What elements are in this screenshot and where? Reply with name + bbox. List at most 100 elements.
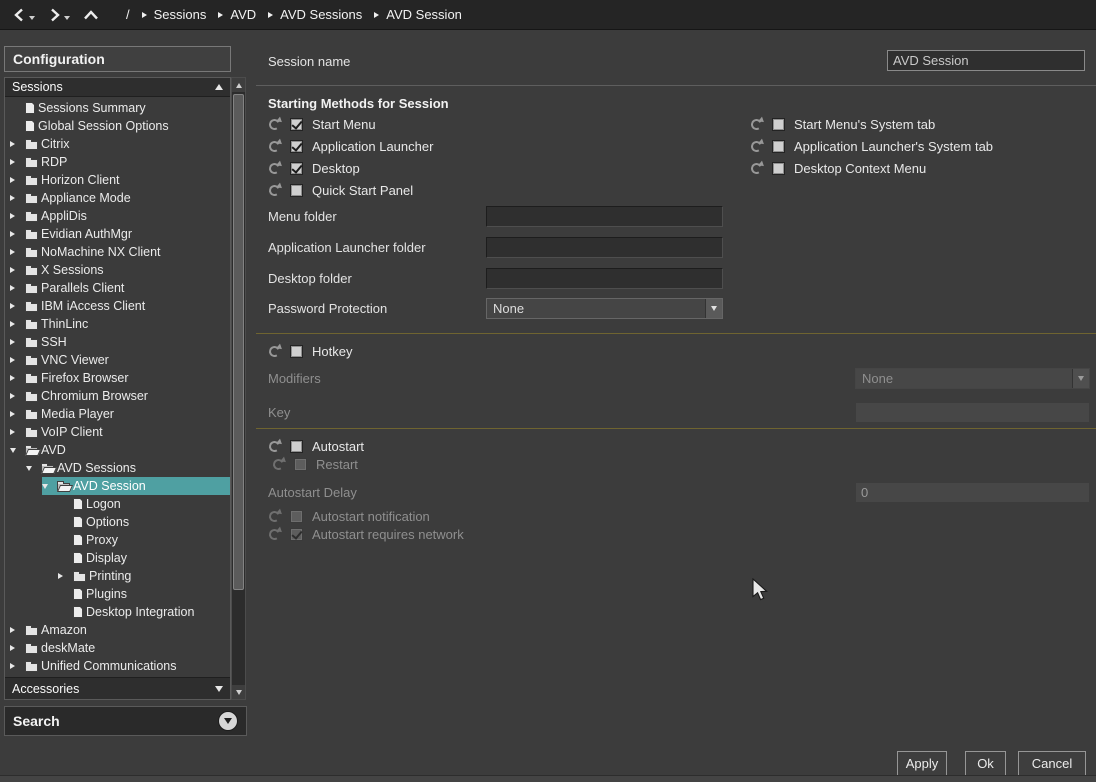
reset-icon[interactable] [268,118,281,131]
expander-icon[interactable] [10,213,15,219]
start-menu-checkbox[interactable] [290,118,303,131]
apply-button[interactable]: Apply [897,751,947,776]
tree-item-avd-sessions[interactable]: AVD Sessions [5,459,230,477]
tree-item-chromium-browser[interactable]: Chromium Browser [5,387,230,405]
tree-item-desktop-integration[interactable]: Desktop Integration [5,603,230,621]
tree-item-media-player[interactable]: Media Player [5,405,230,423]
reset-icon[interactable] [268,510,281,523]
tree-item-proxy[interactable]: Proxy [5,531,230,549]
search-section-header[interactable]: Search [4,706,247,736]
tree-item-x-sessions[interactable]: X Sessions [5,261,230,279]
forward-history-dropdown-icon[interactable] [64,16,70,20]
autostart-checkbox[interactable] [290,440,303,453]
breadcrumb-item-avd-sessions[interactable]: AVD Sessions [268,7,362,22]
search-expand-button[interactable] [218,711,238,731]
up-button[interactable] [82,8,100,22]
tree-item-firefox-browser[interactable]: Firefox Browser [5,369,230,387]
expander-icon[interactable] [10,375,15,381]
start-menu-system-tab-checkbox[interactable] [772,118,785,131]
tree-item-display[interactable]: Display [5,549,230,567]
expander-icon[interactable] [58,573,63,579]
expander-icon[interactable] [10,393,15,399]
expander-icon[interactable] [10,195,15,201]
sessions-section-header[interactable]: Sessions [5,78,230,97]
desktop-context-menu-checkbox[interactable] [772,162,785,175]
expander-icon[interactable] [42,484,48,489]
sidebar-scrollbar[interactable] [231,77,246,700]
session-name-input[interactable] [887,50,1085,71]
ok-button[interactable]: Ok [965,751,1006,776]
tree-item-voip-client[interactable]: VoIP Client [5,423,230,441]
tree-item-plugins[interactable]: Plugins [5,585,230,603]
quick-start-panel-checkbox[interactable] [290,184,303,197]
accessories-section-header[interactable]: Accessories [5,677,230,699]
expander-icon[interactable] [10,429,15,435]
tree-item-avd[interactable]: AVD [5,441,230,459]
expander-icon[interactable] [10,249,15,255]
tree-item-logon[interactable]: Logon [5,495,230,513]
expander-icon[interactable] [10,448,16,453]
tree-item-unified-communications[interactable]: Unified Communications [5,657,230,675]
scrollbar-thumb[interactable] [233,94,244,590]
expander-icon[interactable] [10,627,15,633]
application-launcher-folder-input[interactable] [486,237,723,258]
expander-icon[interactable] [10,357,15,363]
scroll-up-button[interactable] [232,78,245,92]
tree-item-horizon-client[interactable]: Horizon Client [5,171,230,189]
forward-button[interactable] [47,7,70,23]
tree-item-sessions-summary[interactable]: Sessions Summary [5,99,230,117]
expander-icon[interactable] [10,267,15,273]
reset-icon[interactable] [268,162,281,175]
expander-icon[interactable] [10,231,15,237]
expander-icon[interactable] [10,411,15,417]
desktop-checkbox[interactable] [290,162,303,175]
tree-item-parallels-client[interactable]: Parallels Client [5,279,230,297]
reset-icon[interactable] [750,140,763,153]
tree-item-avd-session[interactable]: AVD Session [5,477,230,495]
tree-item-printing[interactable]: Printing [5,567,230,585]
hotkey-checkbox[interactable] [290,345,303,358]
tree-item-vnc-viewer[interactable]: VNC Viewer [5,351,230,369]
application-launcher-system-tab-checkbox[interactable] [772,140,785,153]
reset-icon[interactable] [750,118,763,131]
back-history-dropdown-icon[interactable] [29,16,35,20]
expander-icon[interactable] [10,663,15,669]
password-protection-dropdown[interactable]: None [486,298,723,319]
reset-icon[interactable] [272,458,285,471]
back-button[interactable] [12,7,35,23]
tree-item-nomachine-nx-client[interactable]: NoMachine NX Client [5,243,230,261]
breadcrumb-item-sessions[interactable]: Sessions [142,7,207,22]
reset-icon[interactable] [268,528,281,541]
expander-icon[interactable] [10,321,15,327]
reset-icon[interactable] [268,184,281,197]
tree-item-evidian-authmgr[interactable]: Evidian AuthMgr [5,225,230,243]
expander-icon[interactable] [10,303,15,309]
expander-icon[interactable] [10,645,15,651]
reset-icon[interactable] [268,140,281,153]
reset-icon[interactable] [268,345,281,358]
application-launcher-checkbox[interactable] [290,140,303,153]
breadcrumb-item-avd-session[interactable]: AVD Session [374,7,462,22]
tree-item-ibm-iaccess-client[interactable]: IBM iAccess Client [5,297,230,315]
path-root[interactable]: / [126,7,130,22]
tree-item-deskmate[interactable]: deskMate [5,639,230,657]
expander-icon[interactable] [26,466,32,471]
desktop-folder-input[interactable] [486,268,723,289]
expander-icon[interactable] [10,177,15,183]
tree-item-appliance-mode[interactable]: Appliance Mode [5,189,230,207]
reset-icon[interactable] [268,440,281,453]
expander-icon[interactable] [10,285,15,291]
tree-item-options[interactable]: Options [5,513,230,531]
tree-item-ssh[interactable]: SSH [5,333,230,351]
expander-icon[interactable] [10,339,15,345]
expander-icon[interactable] [10,141,15,147]
tree-item-applidis[interactable]: AppliDis [5,207,230,225]
reset-icon[interactable] [750,162,763,175]
dropdown-arrow-button[interactable] [705,299,722,318]
expander-icon[interactable] [10,159,15,165]
menu-folder-input[interactable] [486,206,723,227]
breadcrumb-item-avd[interactable]: AVD [218,7,256,22]
scroll-down-button[interactable] [232,685,245,699]
tree-item-global-session-options[interactable]: Global Session Options [5,117,230,135]
tree-item-rdp[interactable]: RDP [5,153,230,171]
